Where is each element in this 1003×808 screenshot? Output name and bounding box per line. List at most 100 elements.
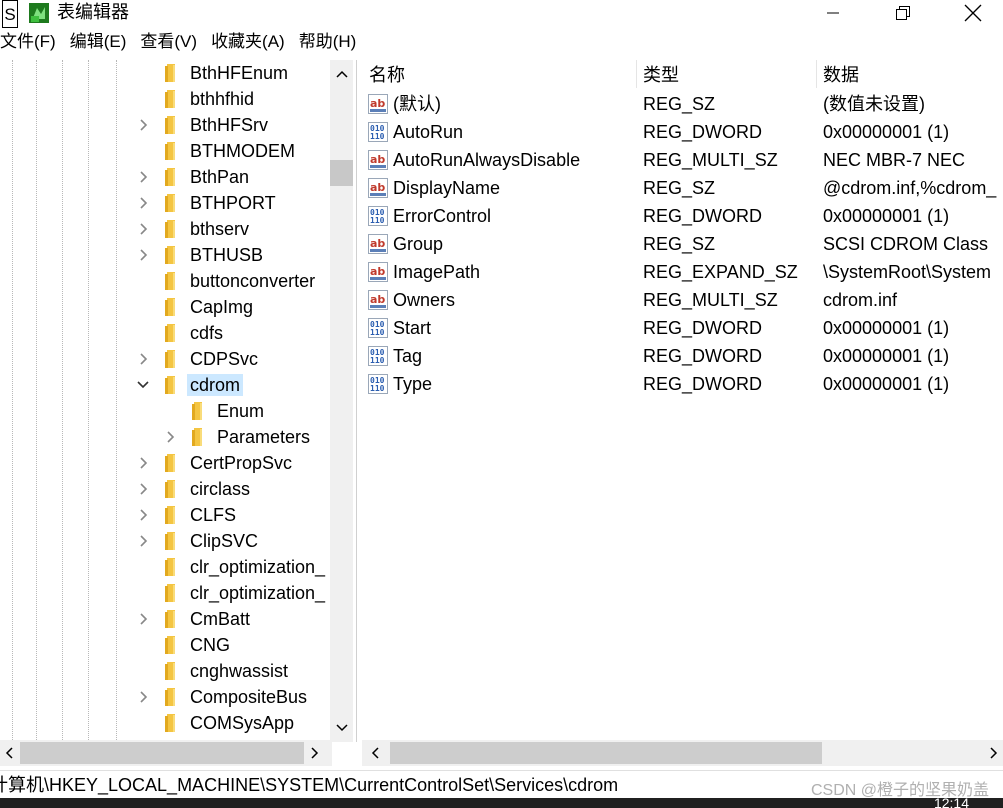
minimize-icon — [827, 12, 839, 14]
tree-item[interactable]: CNG — [135, 632, 233, 658]
folder-icon — [187, 401, 205, 421]
binary-value-icon: 010 110 — [368, 122, 388, 142]
tree-item[interactable]: bthhfhid — [135, 86, 257, 112]
taskbar-clock[interactable]: 12:14 — [934, 798, 969, 808]
registry-values-list[interactable]: 名称 类型 数据 ab (默认) REG_SZ (数值未设置) 010 110 AutoRu… — [360, 60, 1003, 742]
tree-item[interactable]: clr_optimization_ — [135, 554, 328, 580]
chevron-right-icon[interactable] — [135, 112, 151, 138]
chevron-right-icon[interactable] — [135, 606, 151, 632]
chevron-down-icon[interactable] — [135, 372, 151, 398]
svg-text:110: 110 — [370, 216, 385, 225]
list-horizontal-scroll-thumb[interactable] — [390, 742, 822, 764]
chevron-right-icon[interactable] — [135, 190, 151, 216]
table-row[interactable]: 010 110 Tag REG_DWORD 0x00000001 (1) — [360, 342, 1003, 370]
table-row[interactable]: ab AutoRunAlwaysDisable REG_MULTI_SZ NEC MB… — [360, 146, 1003, 174]
chevron-down-icon — [335, 724, 348, 732]
tree-scroll-right-button[interactable] — [306, 740, 324, 766]
value-type-cell: REG_MULTI_SZ — [643, 150, 778, 170]
restore-button[interactable] — [880, 0, 926, 26]
chevron-right-icon[interactable] — [135, 476, 151, 502]
table-row[interactable]: ab Group REG_SZ SCSI CDROM Class — [360, 230, 1003, 258]
tree-item[interactable]: BTHUSB — [135, 242, 266, 268]
tree-item[interactable]: BthHFSrv — [135, 112, 271, 138]
tree-item[interactable]: BTHMODEM — [135, 138, 298, 164]
table-row[interactable]: ab Owners REG_MULTI_SZ cdrom.inf — [360, 286, 1003, 314]
table-row[interactable]: ab DisplayName REG_SZ @cdrom.inf,%cdrom_ — [360, 174, 1003, 202]
value-type-cell: REG_SZ — [643, 178, 716, 198]
registry-key-tree[interactable]: BthHFEnum bthhfhid BthHFSrv BTHMODEM BthPan B… — [0, 60, 357, 742]
tree-item[interactable]: COMSysApp — [135, 710, 297, 736]
tree-scroll-left-button[interactable] — [0, 740, 18, 766]
tree-item[interactable]: CmBatt — [135, 606, 253, 632]
tree-item-label: bthhfhid — [190, 89, 255, 109]
tree-item[interactable]: CapImg — [135, 294, 256, 320]
tree-item[interactable]: cdrom — [135, 372, 244, 398]
tree-item[interactable]: circlass — [135, 476, 253, 502]
tree-expander-placeholder — [135, 138, 151, 164]
chevron-right-icon[interactable] — [135, 242, 151, 268]
tree-item[interactable]: bthserv — [135, 216, 252, 242]
chevron-right-icon[interactable] — [135, 450, 151, 476]
menu-file[interactable]: 文件(F) — [0, 30, 64, 56]
tree-item[interactable]: cnghwassist — [135, 658, 291, 684]
chevron-right-icon[interactable] — [135, 502, 151, 528]
tree-item[interactable]: cdfs — [135, 320, 226, 346]
svg-text:ab: ab — [370, 153, 385, 166]
tree-guide-line — [116, 60, 117, 742]
tree-expander-placeholder — [135, 320, 151, 346]
tree-item[interactable]: ClipSVC — [135, 528, 261, 554]
folder-icon — [160, 297, 178, 317]
tree-item[interactable]: buttonconverter — [135, 268, 318, 294]
tree-item[interactable]: CertPropSvc — [135, 450, 295, 476]
tree-item[interactable]: Enum — [162, 398, 267, 424]
svg-text:ab: ab — [370, 97, 385, 110]
chevron-right-icon[interactable] — [135, 684, 151, 710]
tree-item[interactable]: CLFS — [135, 502, 239, 528]
tree-item[interactable]: Parameters — [162, 424, 313, 450]
folder-icon — [160, 271, 178, 291]
system-menu-box[interactable]: S — [2, 0, 18, 28]
table-row[interactable]: 010 110 AutoRun REG_DWORD 0x00000001 (1) — [360, 118, 1003, 146]
column-separator[interactable] — [816, 60, 817, 88]
tree-horizontal-scroll-thumb[interactable] — [20, 742, 304, 764]
minimize-button[interactable] — [810, 0, 856, 26]
table-row[interactable]: ab ImagePath REG_EXPAND_SZ \SystemRoot\Syst… — [360, 258, 1003, 286]
regedit-app-icon — [29, 3, 49, 23]
tree-item-label: circlass — [190, 479, 251, 499]
folder-icon — [160, 219, 178, 239]
scroll-up-button[interactable] — [330, 60, 353, 88]
chevron-right-icon[interactable] — [135, 216, 151, 242]
tree-item[interactable]: BTHPORT — [135, 190, 279, 216]
list-scroll-right-button[interactable] — [985, 740, 1003, 766]
column-separator[interactable] — [636, 60, 637, 88]
value-name-cell: Group — [393, 234, 444, 254]
column-header-name[interactable]: 名称 — [369, 60, 405, 88]
tree-item[interactable]: BthPan — [135, 164, 252, 190]
column-header-data[interactable]: 数据 — [823, 60, 859, 88]
column-header-type[interactable]: 类型 — [643, 60, 679, 88]
scroll-down-button[interactable] — [330, 714, 353, 742]
table-row[interactable]: ab (默认) REG_SZ (数值未设置) — [360, 90, 1003, 118]
list-scroll-left-button[interactable] — [366, 740, 384, 766]
chevron-right-icon[interactable] — [162, 424, 178, 450]
chevron-right-icon[interactable] — [135, 164, 151, 190]
menu-help[interactable]: 帮助(H) — [299, 30, 365, 56]
table-row[interactable]: 010 110 ErrorControl REG_DWORD 0x00000001 (1… — [360, 202, 1003, 230]
tree-item[interactable]: CompositeBus — [135, 684, 310, 710]
close-icon — [964, 4, 982, 22]
tree-item[interactable]: clr_optimization_ — [135, 580, 328, 606]
tree-item[interactable]: BthHFEnum — [135, 60, 291, 86]
chevron-right-icon[interactable] — [135, 528, 151, 554]
menu-favorites[interactable]: 收藏夹(A) — [211, 30, 293, 56]
chevron-right-icon[interactable] — [135, 346, 151, 372]
table-row[interactable]: 010 110 Type REG_DWORD 0x00000001 (1) — [360, 370, 1003, 398]
menu-edit[interactable]: 编辑(E) — [70, 30, 135, 56]
menu-view[interactable]: 查看(V) — [140, 30, 205, 56]
close-button[interactable] — [950, 0, 996, 26]
value-name-cell: ErrorControl — [393, 206, 492, 226]
value-data-cell: cdrom.inf — [823, 290, 898, 310]
tree-item[interactable]: CDPSvc — [135, 346, 261, 372]
tree-expander-placeholder — [135, 60, 151, 86]
tree-vertical-scroll-thumb[interactable] — [330, 160, 353, 186]
table-row[interactable]: 010 110 Start REG_DWORD 0x00000001 (1) — [360, 314, 1003, 342]
